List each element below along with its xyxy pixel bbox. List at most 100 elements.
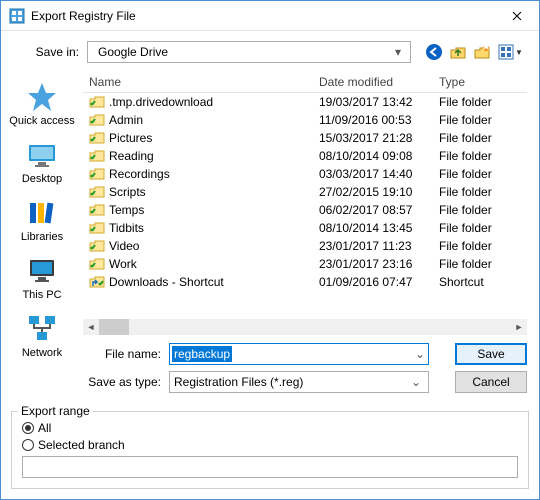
cancel-button[interactable]: Cancel <box>455 371 527 393</box>
titlebar-text: Export Registry File <box>31 9 495 23</box>
radio-all[interactable] <box>22 422 34 434</box>
list-item[interactable]: Temps06/02/2017 08:57File folder <box>83 201 527 219</box>
views-menu-button[interactable]: ▼ <box>497 43 525 61</box>
filename-value: regbackup <box>172 346 232 362</box>
h-scrollbar[interactable]: ◄ ► <box>83 319 527 335</box>
folder-icon <box>89 238 105 254</box>
file-type: File folder <box>433 257 503 271</box>
file-name: Tidbits <box>109 221 144 235</box>
filename-label: File name: <box>83 347 161 361</box>
list-header[interactable]: Name Date modified Type <box>83 71 527 93</box>
file-date: 19/03/2017 13:42 <box>313 95 433 109</box>
file-name: Temps <box>109 203 144 217</box>
chevron-down-icon: ▼ <box>515 48 523 57</box>
file-name: Video <box>109 239 139 253</box>
list-item[interactable]: Reading08/10/2014 09:08File folder <box>83 147 527 165</box>
file-date: 06/02/2017 08:57 <box>313 203 433 217</box>
file-name: .tmp.drivedownload <box>109 95 213 109</box>
savetype-value: Registration Files (*.reg) <box>174 375 303 389</box>
folder-icon <box>89 220 105 236</box>
file-date: 11/09/2016 00:53 <box>313 113 433 127</box>
place-this-pc[interactable]: This PC <box>6 251 78 307</box>
file-type: File folder <box>433 167 503 181</box>
scroll-thumb[interactable] <box>99 319 129 335</box>
list-item[interactable]: Tidbits 08/10/2014 13:45File folder <box>83 219 527 237</box>
libraries-icon <box>26 197 58 229</box>
close-button[interactable] <box>495 1 539 31</box>
save-in-label: Save in: <box>15 45 79 59</box>
savetype-label: Save as type: <box>83 375 161 389</box>
nav-toolbar: ★ ▼ <box>425 43 525 61</box>
places-bar: Quick access Desktop Libraries This PC N… <box>1 71 83 407</box>
file-date: 03/03/2017 14:40 <box>313 167 433 181</box>
file-name: Scripts <box>109 185 146 199</box>
col-type[interactable]: Type <box>433 75 503 89</box>
titlebar: Export Registry File <box>1 1 539 31</box>
file-type: Shortcut <box>433 275 503 289</box>
list-item[interactable]: Scripts 27/02/2015 19:10File folder <box>83 183 527 201</box>
file-date: 08/10/2014 13:45 <box>313 221 433 235</box>
place-network[interactable]: Network <box>6 309 78 365</box>
filename-input[interactable]: regbackup ⌄ <box>169 343 429 365</box>
col-name[interactable]: Name <box>83 75 313 89</box>
list-item[interactable]: Pictures15/03/2017 21:28File folder <box>83 129 527 147</box>
export-registry-dialog: Export Registry File Save in: Google Dri… <box>0 0 540 500</box>
place-desktop[interactable]: Desktop <box>6 135 78 191</box>
svg-text:★: ★ <box>481 43 491 53</box>
folder-icon <box>89 202 105 218</box>
file-type: File folder <box>433 149 503 163</box>
list-item[interactable]: .tmp.drivedownload 19/03/2017 13:42File f… <box>83 93 527 111</box>
close-icon <box>512 11 522 21</box>
radio-all-row[interactable]: All <box>22 421 518 435</box>
file-name: Downloads - Shortcut <box>109 275 224 289</box>
folder-icon <box>89 130 105 146</box>
file-type: File folder <box>433 185 503 199</box>
scroll-left-icon[interactable]: ◄ <box>83 319 99 335</box>
up-one-level-button[interactable] <box>449 43 467 61</box>
save-in-row: Save in: Google Drive ▾ ★ ▼ <box>1 31 539 71</box>
chevron-down-icon: ▾ <box>390 45 406 59</box>
place-quick-access[interactable]: Quick access <box>6 77 78 133</box>
selected-branch-input[interactable] <box>22 456 518 478</box>
list-item[interactable]: Admin11/09/2016 00:53File folder <box>83 111 527 129</box>
list-item[interactable]: Video23/01/2017 11:23File folder <box>83 237 527 255</box>
form-rows: File name: regbackup ⌄ Save Save as type… <box>83 335 527 407</box>
folder-icon <box>89 148 105 164</box>
file-date: 23/01/2017 23:16 <box>313 257 433 271</box>
export-range-group: Export range All Selected branch <box>11 411 529 489</box>
savetype-combo[interactable]: Registration Files (*.reg) ⌄ <box>169 371 429 393</box>
save-button[interactable]: Save <box>455 343 527 365</box>
file-date: 23/01/2017 11:23 <box>313 239 433 253</box>
chevron-down-icon[interactable]: ⌄ <box>412 347 428 361</box>
scroll-track[interactable] <box>99 319 511 335</box>
file-date: 15/03/2017 21:28 <box>313 131 433 145</box>
radio-selected-branch[interactable] <box>22 439 34 451</box>
file-date: 27/02/2015 19:10 <box>313 185 433 199</box>
radio-selected-row[interactable]: Selected branch <box>22 438 518 452</box>
desktop-icon <box>26 139 58 171</box>
file-name: Reading <box>109 149 154 163</box>
list-item[interactable]: Work 23/01/2017 23:16File folder <box>83 255 527 273</box>
shortcut-icon <box>89 274 105 290</box>
filename-row: File name: regbackup ⌄ Save <box>83 343 527 365</box>
folder-icon <box>89 184 105 200</box>
place-libraries[interactable]: Libraries <box>6 193 78 249</box>
back-button[interactable] <box>425 43 443 61</box>
body: Quick access Desktop Libraries This PC N… <box>1 71 539 407</box>
new-folder-button[interactable]: ★ <box>473 43 491 61</box>
file-name: Work <box>109 257 137 271</box>
right-pane: Name Date modified Type .tmp.drivedownlo… <box>83 71 539 407</box>
folder-icon <box>89 256 105 272</box>
col-date[interactable]: Date modified <box>313 75 433 89</box>
file-type: File folder <box>433 95 503 109</box>
scroll-right-icon[interactable]: ► <box>511 319 527 335</box>
list-item[interactable]: Downloads - Shortcut 01/09/2016 07:47Shor… <box>83 273 527 291</box>
network-icon <box>26 313 58 345</box>
list-item[interactable]: Recordings03/03/2017 14:40File folder <box>83 165 527 183</box>
chevron-down-icon: ⌄ <box>408 375 424 389</box>
file-type: File folder <box>433 221 503 235</box>
folder-icon <box>89 94 105 110</box>
file-date: 01/09/2016 07:47 <box>313 275 433 289</box>
save-in-combo[interactable]: Google Drive ▾ <box>87 41 411 63</box>
file-listview[interactable]: Name Date modified Type .tmp.drivedownlo… <box>83 71 527 335</box>
